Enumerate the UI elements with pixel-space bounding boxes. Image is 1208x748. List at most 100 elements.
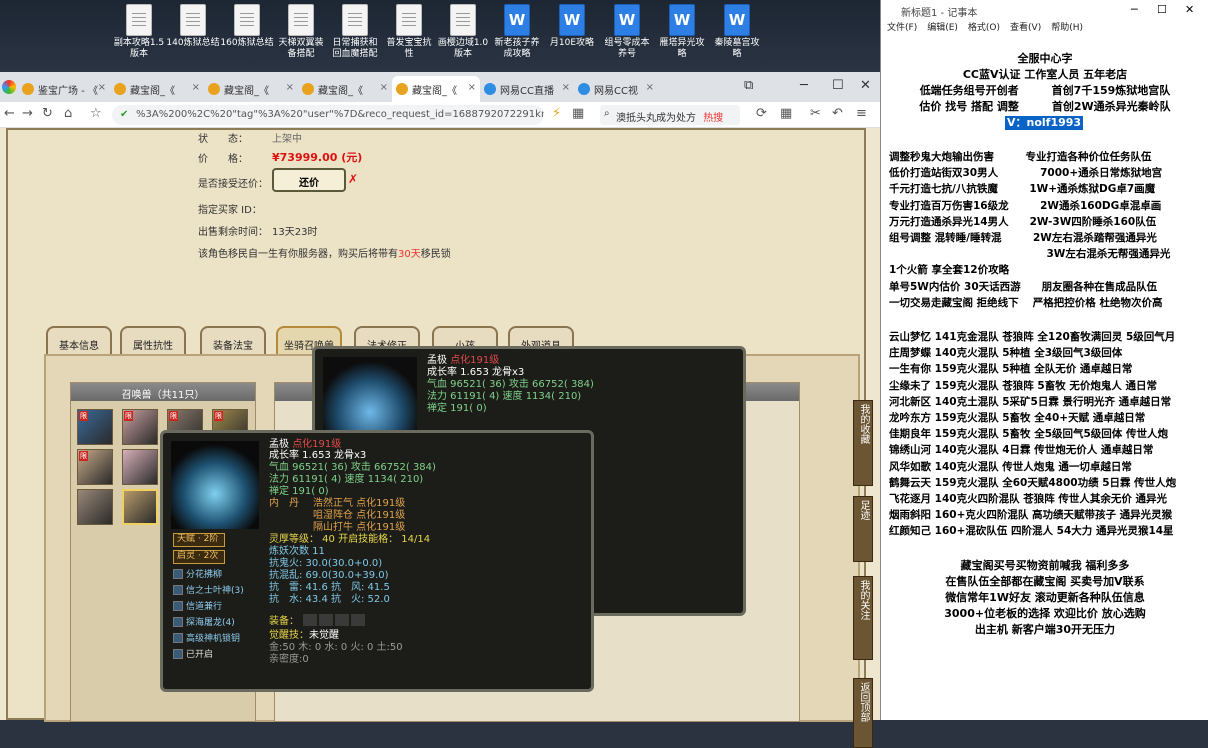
desktop-icon[interactable]: 副本攻略1.5 版本 [112, 4, 166, 60]
pet-portrait-front [171, 441, 259, 529]
back-icon[interactable]: ← [4, 106, 15, 121]
disabled-x-icon: ✗ [348, 172, 359, 186]
grid-icon[interactable]: ▦ [572, 106, 584, 121]
tab-close-icon[interactable]: × [286, 82, 294, 93]
notepad-close-icon[interactable]: ✕ [1185, 3, 1194, 16]
pet-thumbnail[interactable] [77, 489, 113, 525]
notepad-maximize-icon[interactable]: ☐ [1157, 3, 1167, 16]
search-icon: ⌕ [604, 108, 610, 119]
notepad-text[interactable]: 全服中心字 CC蓝V认证 工作室人员 五年老店 低端任务组号开创者 首创7千159炼… [881, 38, 1208, 720]
notepad-minimize-icon[interactable]: ─ [1131, 3, 1138, 16]
grid-app-icon[interactable]: ▦ [780, 106, 792, 121]
undo-icon[interactable]: ↶ [832, 106, 843, 121]
desktop-icon[interactable]: 160炼狱总结 [220, 4, 274, 49]
counter-offer-button[interactable]: 还价 [272, 168, 346, 192]
game-tab[interactable]: 装备法宝 [200, 326, 266, 356]
desktop-icon[interactable]: 普发宝宝抗 性 [382, 4, 436, 60]
skill-icon [173, 633, 183, 643]
pet-thumbnail[interactable]: 限 [77, 409, 113, 445]
desktop-icon[interactable]: 画樱边域1.0 版本 [436, 4, 490, 60]
resist-3: 抗 雷: 41.6 抗 风: 41.5 [269, 582, 390, 593]
tab-label: 藏宝阁_《 [224, 86, 269, 97]
forward-icon[interactable]: → [22, 106, 33, 121]
elements: 金:50 木: 0 水: 0 火: 0 土:50 [269, 642, 403, 653]
tab-list-icon[interactable]: ⧉ [744, 78, 753, 93]
notepad-menu-item[interactable]: 查看(V) [1010, 23, 1041, 33]
desktop-icon[interactable]: W 秦陵墓宫攻 略 [710, 4, 764, 60]
side-button[interactable]: 我的收藏 [853, 400, 873, 486]
notepad-line: 河北新区 140克土混队 5采矿5日霖 景行明光齐 通卓越日常 [889, 395, 1172, 408]
search-text: 澳抵头丸成为处方 [616, 113, 696, 124]
side-button[interactable]: 返回顶部 [853, 678, 873, 748]
browser-tab[interactable]: 藏宝阁_《 × [204, 76, 298, 102]
notepad-menu-item[interactable]: 编辑(E) [927, 23, 958, 33]
tab-close-icon[interactable]: × [646, 82, 654, 93]
minimize-icon[interactable]: ─ [800, 78, 808, 93]
browser-tab[interactable]: 藏宝阁_《 × [298, 76, 392, 102]
desktop-icon[interactable]: 天梯双翼装 备搭配 [274, 4, 328, 60]
pet-mp: 法力 61191( 4) 速度 1134( 210) [269, 474, 424, 485]
pet-thumbnail[interactable]: 限 [77, 449, 113, 485]
game-tab[interactable]: 属性抗性 [120, 326, 186, 356]
maximize-icon[interactable]: ☐ [832, 78, 844, 93]
address-bar[interactable]: ✔ %3A%200%2C%20"tag"%3A%20"user"%7D&reco… [112, 105, 544, 125]
text-file-icon [180, 4, 206, 36]
qiling-badge: 启灵 · 2次 [173, 550, 225, 564]
refresh-ext-icon[interactable]: ⟳ [756, 106, 767, 121]
lianyao-count: 炼妖次数 11 [269, 546, 325, 557]
skill-label: 分花拂柳 [186, 570, 223, 580]
pet-thumbnail[interactable]: 限 [122, 409, 158, 445]
notepad-menu-item[interactable]: 帮助(H) [1051, 23, 1083, 33]
desktop-icon[interactable]: 140炼狱总结 [166, 4, 220, 49]
notepad-menu-item[interactable]: 文件(F) [887, 23, 917, 33]
talent-badge: 天赋 · 2阶 [173, 533, 225, 547]
tab-close-icon[interactable]: × [192, 82, 200, 93]
side-button[interactable]: 足迹 [853, 496, 873, 562]
tab-close-icon[interactable]: × [380, 82, 388, 93]
notepad-line: V：nolf1993 [1005, 116, 1084, 130]
menu-icon[interactable]: ≡ [856, 106, 867, 121]
side-button[interactable]: 我的关注 [853, 576, 873, 660]
reload-icon[interactable]: ↻ [42, 106, 53, 121]
tab-label: 藏宝阁_《 [318, 86, 363, 97]
desktop-icon-label: 日常捕获和 回血魔搭配 [332, 38, 378, 59]
desktop-icon[interactable]: W 月10E攻略 [545, 4, 599, 49]
tab-close-icon[interactable]: × [562, 82, 570, 93]
resist-2: 抗混乱: 69.0(30.0+39.0) [269, 570, 389, 581]
browser-tab[interactable]: 藏宝阁_《 × [110, 76, 204, 102]
notepad-line: 风华如歌 140克火混队 传世人炮鬼 通一切卓越日常 [889, 460, 1132, 473]
desktop-icon[interactable]: W 新老孩子养 成攻略 [490, 4, 544, 60]
skill-icon [173, 569, 183, 579]
close-icon[interactable]: ✕ [860, 78, 871, 93]
skill-icon [173, 649, 183, 659]
time-left-label: 出售剩余时间： [198, 227, 268, 238]
home-icon[interactable]: ⌂ [64, 106, 72, 121]
game-tab[interactable]: 基本信息 [46, 326, 112, 356]
tab-close-icon[interactable]: × [468, 82, 476, 93]
search-box[interactable]: ⌕ 澳抵头丸成为处方 热搜 [600, 105, 740, 125]
browser-tab[interactable]: 鉴宝广场 - 《 × [18, 76, 110, 102]
lightning-icon[interactable]: ⚡ [552, 106, 561, 121]
notepad-menu-item[interactable]: 格式(O) [968, 23, 1000, 33]
notepad-line: 单号5W内估价 30天话西游 朋友圈各种在售成品队伍 [889, 280, 1158, 293]
affinity: 亲密度:0 [269, 654, 309, 665]
status-label: 状 态： [198, 134, 248, 145]
browser-tab[interactable]: 网易CC直播 × [480, 76, 574, 102]
desktop-icon[interactable]: W 组号零成本 养号 [600, 4, 654, 60]
cut-icon[interactable]: ✂ [810, 106, 821, 121]
pet-thumbnail[interactable] [122, 449, 158, 485]
wps-doc-icon: W [559, 4, 585, 36]
equip-slots [303, 614, 367, 626]
desktop-icon[interactable]: 日常捕获和 回血魔搭配 [328, 4, 382, 60]
browser-tab[interactable]: 网易CC视 × [574, 76, 658, 102]
notepad-line: 3W左右混杀无帮强通异光 [889, 248, 1171, 261]
tab-label: 网易CC直播 [500, 86, 554, 97]
tab-close-icon[interactable]: × [98, 82, 106, 93]
pet-thumbnail[interactable] [122, 489, 158, 525]
desktop-icon[interactable]: W 雁塔异光攻 略 [655, 4, 709, 60]
bookmark-icon[interactable]: ☆ [90, 106, 102, 121]
notepad-line: 专业打造百万伤害16级龙 2W通杀160DG卓混卓画 [889, 199, 1162, 212]
tab-favicon [396, 83, 408, 95]
browser-logo-icon[interactable] [2, 80, 16, 94]
browser-tab[interactable]: 藏宝阁_《 × [392, 76, 480, 102]
